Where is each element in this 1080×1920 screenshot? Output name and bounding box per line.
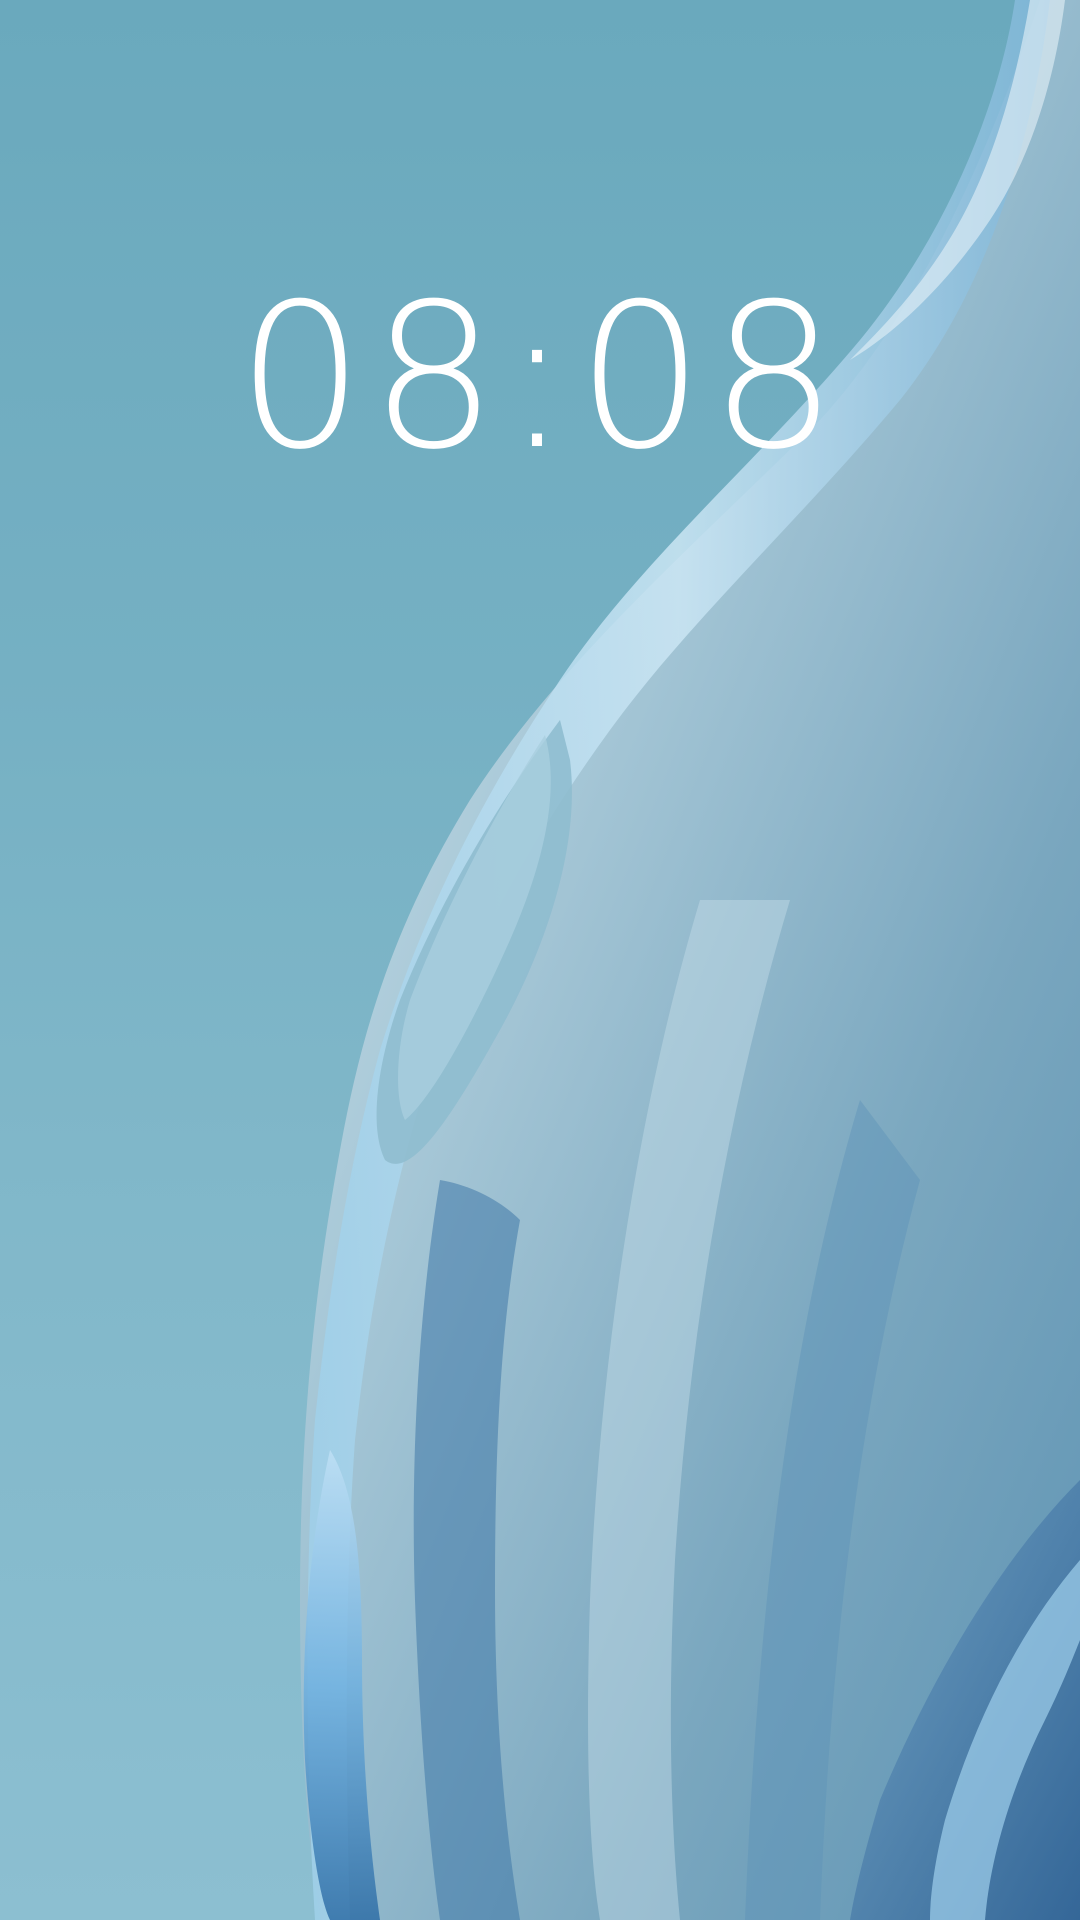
lock-screen[interactable]: 08:08 <box>0 0 1080 1920</box>
lock-screen-clock: 08:08 <box>236 261 844 494</box>
